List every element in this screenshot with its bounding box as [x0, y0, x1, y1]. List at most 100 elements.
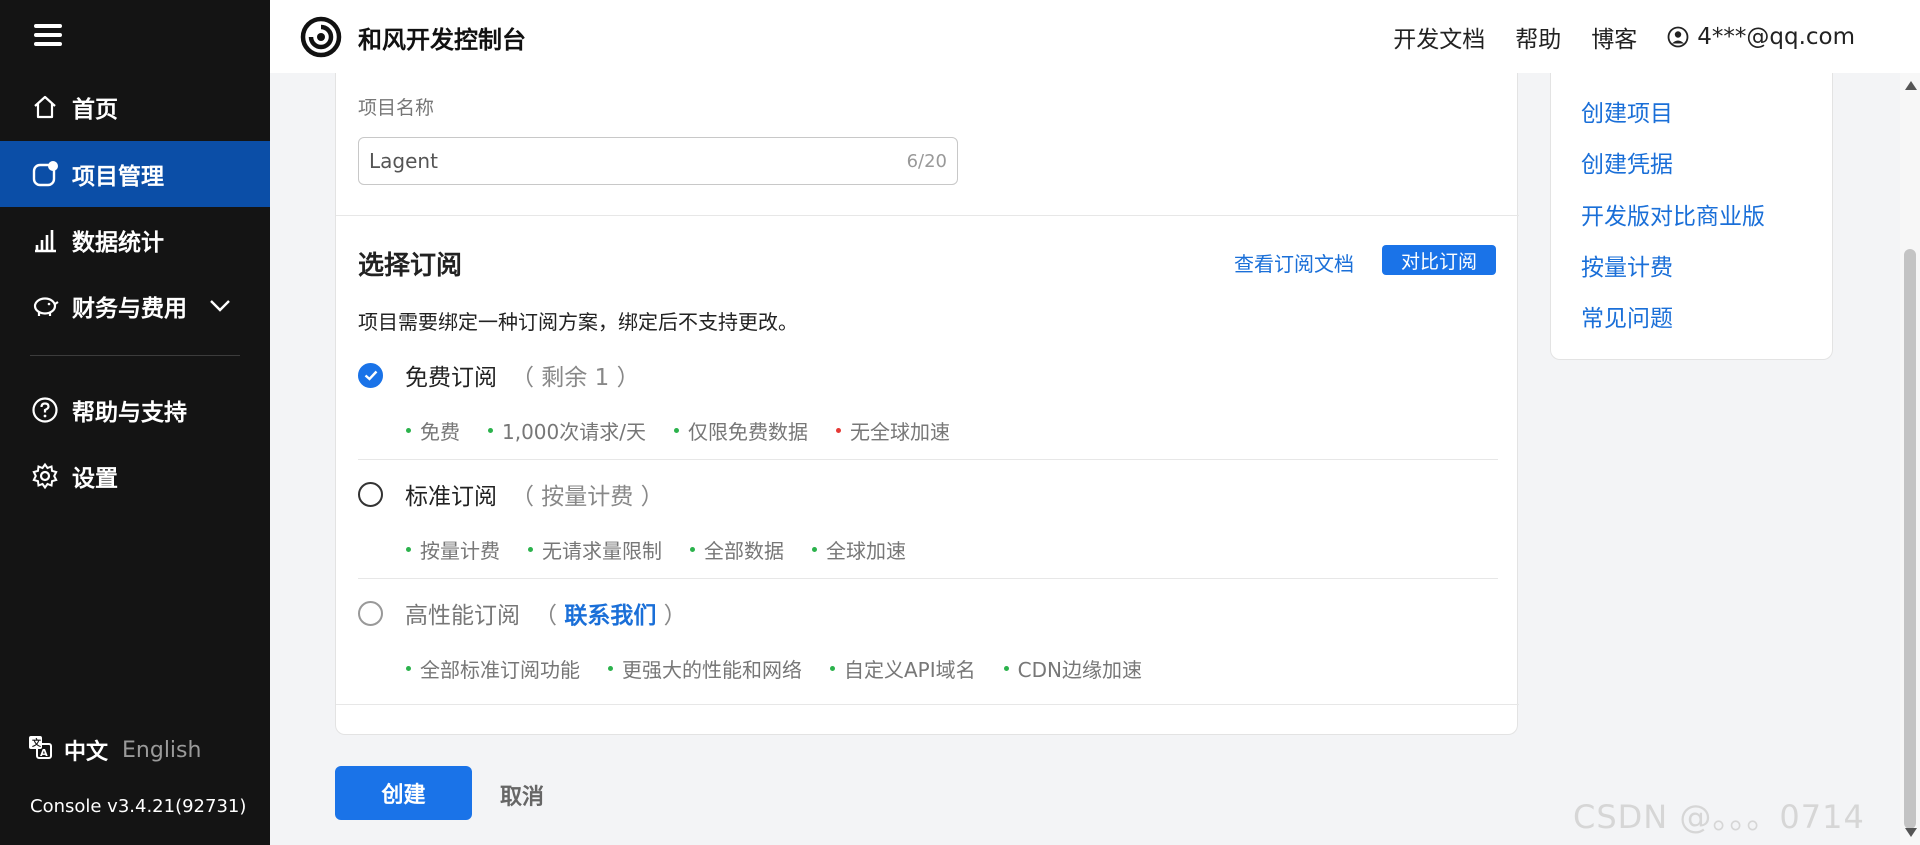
- plan-divider: [358, 578, 1498, 579]
- top-header: 和风开发控制台 开发文档 帮助 博客 4***@qq.com: [270, 0, 1920, 73]
- sidebar-item-help[interactable]: 帮助与支持: [0, 377, 270, 443]
- feature-list: 按量计费 无请求量限制 全部数据 全球加速: [406, 535, 1498, 564]
- bullet-dot: [406, 547, 411, 552]
- bullet-dot: [406, 428, 411, 433]
- plan-high-performance[interactable]: 高性能订阅 （ 联系我们 ） 全部标准订阅功能 更强大的性能和网络 自定义API…: [358, 596, 1498, 683]
- top-nav: 开发文档 帮助 博客 4***@qq.com: [1363, 20, 1855, 54]
- feature-item: 全部标准订阅功能: [406, 654, 580, 683]
- piggy-bank-icon: [30, 291, 60, 321]
- feature-item: 无请求量限制: [528, 535, 662, 564]
- bullet-dot: [406, 666, 411, 671]
- sidebar-item-label: 数据统计: [72, 230, 164, 256]
- feature-item: 免费: [406, 416, 460, 445]
- sidebar-item-statistics[interactable]: 数据统计: [0, 207, 270, 273]
- logo-icon[interactable]: [300, 16, 342, 58]
- feature-list: 免费 1,000次请求/天 仅限免费数据 无全球加速: [406, 416, 1498, 445]
- create-project-link[interactable]: 创建项目: [1581, 94, 1673, 128]
- plan-standard-radio[interactable]: [358, 481, 383, 507]
- plan-note: （ 按量计费 ）: [511, 484, 664, 510]
- blog-link[interactable]: 博客: [1591, 20, 1637, 54]
- feature-item: 仅限免费数据: [674, 416, 808, 445]
- scroll-up-arrow-icon[interactable]: [1905, 81, 1917, 90]
- bullet-dot: [836, 428, 841, 433]
- scrollbar-thumb[interactable]: [1904, 249, 1916, 829]
- sidebar-item-settings[interactable]: 设置: [0, 443, 270, 509]
- sidebar-item-home[interactable]: 首页: [0, 74, 270, 140]
- bullet-dot: [674, 428, 679, 433]
- subscription-doc-link[interactable]: 查看订阅文档: [1234, 248, 1354, 277]
- watermark: CSDN @。。。0714: [1573, 798, 1865, 836]
- bullet-dot: [608, 666, 613, 671]
- sidebar-item-finance[interactable]: 财务与费用: [0, 273, 270, 339]
- compare-subscription-button[interactable]: 对比订阅: [1382, 245, 1496, 275]
- feature-item: 更强大的性能和网络: [608, 654, 802, 683]
- feature-item: CDN边缘加速: [1003, 654, 1142, 683]
- scroll-down-arrow-icon[interactable]: [1905, 828, 1917, 837]
- lang-en[interactable]: English: [122, 738, 201, 763]
- plan-standard[interactable]: 标准订阅 （ 按量计费 ） 按量计费 无请求量限制 全部数据 全球加速: [358, 477, 1498, 564]
- dev-docs-link[interactable]: 开发文档: [1393, 20, 1485, 54]
- section-divider: [336, 704, 1519, 705]
- feature-item: 全部数据: [690, 535, 784, 564]
- lang-zh[interactable]: 中文: [64, 734, 108, 766]
- section-divider: [336, 215, 1519, 216]
- sidebar-item-label: 首页: [72, 97, 118, 123]
- bullet-dot: [528, 547, 533, 552]
- user-icon: [1667, 26, 1689, 48]
- dev-vs-business-link[interactable]: 开发版对比商业版: [1581, 197, 1765, 231]
- feature-item: 1,000次请求/天: [488, 416, 646, 445]
- plan-free[interactable]: 免费订阅 （ 剩余 1 ） 免费 1,000次请求/天 仅限免费数据 无全球加速: [358, 358, 1498, 445]
- language-switcher[interactable]: 文A 中文 English: [28, 734, 201, 766]
- quick-links-panel: 创建项目 创建凭据 开发版对比商业版 按量计费 常见问题: [1550, 73, 1833, 360]
- plan-divider: [358, 459, 1498, 460]
- sidebar-divider: [30, 355, 240, 356]
- check-icon: [364, 370, 377, 381]
- sidebar-item-label: 项目管理: [72, 164, 164, 190]
- plan-name: 标准订阅: [405, 484, 497, 510]
- feature-item: 自定义API域名: [830, 654, 976, 683]
- plan-free-radio[interactable]: [358, 362, 383, 388]
- plan-high-performance-radio[interactable]: [358, 600, 383, 626]
- sidebar: 首页 项目管理 数据统计 财务与费用 帮助与支持 设置 文 A 中文 Engli…: [0, 0, 270, 845]
- feature-item: 全球加速: [812, 535, 906, 564]
- chevron-down-icon[interactable]: [209, 293, 231, 319]
- pay-as-you-go-link[interactable]: 按量计费: [1581, 248, 1673, 282]
- sidebar-item-project-management[interactable]: 项目管理: [0, 141, 270, 207]
- plan-name: 高性能订阅: [405, 603, 520, 629]
- cancel-button[interactable]: 取消: [500, 779, 544, 811]
- plan-note: （ 剩余 1 ）: [511, 365, 640, 391]
- brand-title[interactable]: 和风开发控制台: [358, 20, 526, 55]
- subscription-title: 选择订阅: [358, 251, 463, 281]
- sidebar-item-label: 帮助与支持: [72, 400, 187, 426]
- project-icon: [30, 159, 60, 189]
- bullet-dot: [830, 666, 835, 671]
- sidebar-item-label: 财务与费用: [72, 296, 187, 322]
- faq-link[interactable]: 常见问题: [1581, 299, 1673, 333]
- menu-icon[interactable]: [34, 24, 62, 48]
- vertical-scrollbar[interactable]: [1900, 73, 1920, 845]
- project-name-value: Lagent: [369, 149, 438, 173]
- create-button[interactable]: 创建: [335, 766, 472, 820]
- svg-text:A: A: [40, 748, 48, 759]
- project-name-input[interactable]: Lagent 6/20: [358, 137, 958, 185]
- contact-us-link[interactable]: 联系我们: [564, 603, 656, 629]
- user-email: 4***@qq.com: [1697, 24, 1855, 50]
- project-name-label: 项目名称: [358, 97, 435, 119]
- console-version: Console v3.4.21(92731): [30, 796, 247, 817]
- bullet-dot: [812, 547, 817, 552]
- sidebar-item-label: 设置: [72, 466, 118, 492]
- bullet-dot: [690, 547, 695, 552]
- bar-chart-icon: [30, 225, 60, 255]
- feature-list: 全部标准订阅功能 更强大的性能和网络 自定义API域名 CDN边缘加速: [406, 654, 1498, 683]
- user-account[interactable]: 4***@qq.com: [1667, 24, 1855, 50]
- create-credential-link[interactable]: 创建凭据: [1581, 145, 1673, 179]
- char-counter: 6/20: [906, 150, 947, 172]
- feature-item: 按量计费: [406, 535, 500, 564]
- home-icon: [30, 92, 60, 122]
- help-icon: [30, 395, 60, 425]
- subscription-hint: 项目需要绑定一种订阅方案，绑定后不支持更改。: [358, 310, 798, 334]
- help-link[interactable]: 帮助: [1515, 20, 1561, 54]
- project-form-card: 项目名称 Lagent 6/20 选择订阅 查看订阅文档 对比订阅 项目需要绑定…: [335, 73, 1519, 735]
- translate-icon: 文A: [28, 735, 52, 765]
- bullet-dot: [488, 428, 493, 433]
